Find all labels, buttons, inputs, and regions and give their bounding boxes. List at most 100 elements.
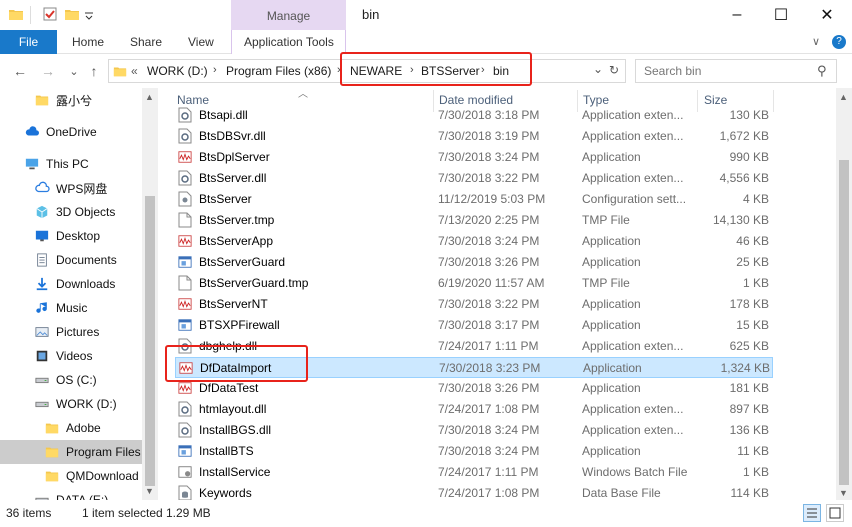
file-type: Configuration sett... (582, 192, 687, 206)
sidebar-item-label: DATA (E:) (56, 493, 109, 500)
details-view-icon[interactable] (803, 504, 821, 522)
file-name: BtsServerGuard.tmp (199, 276, 309, 290)
file-row[interactable]: InstallBTS 7/30/2018 3:24 PM Application 11… (175, 441, 773, 462)
search-icon[interactable]: ⚲ (817, 63, 827, 79)
file-size: 136 KB (729, 423, 769, 437)
scroll-down-icon[interactable]: ▼ (839, 488, 848, 498)
minimize-button[interactable]: – (714, 0, 760, 30)
folder-icon (113, 67, 127, 77)
sidebar-item-os-c[interactable]: OS (C:) (0, 368, 142, 392)
file-date: 7/30/2018 3:22 PM (438, 171, 540, 185)
sidebar-item-adobe[interactable]: Adobe (0, 416, 142, 440)
breadcrumb-work-d[interactable]: WORK (D:) (147, 64, 208, 78)
file-row[interactable]: BtsDplServer 7/30/2018 3:24 PM Application… (175, 147, 773, 168)
tab-share[interactable]: Share (130, 35, 162, 49)
file-size: 14,130 KB (712, 213, 769, 227)
file-row[interactable]: Btsapi.dll 7/30/2018 3:18 PM Application e… (175, 105, 773, 126)
breadcrumb-overflow[interactable]: « (131, 64, 138, 78)
file-row[interactable]: BtsServer 11/12/2019 5:03 PM Configuration… (175, 189, 773, 210)
videos-icon (34, 349, 56, 363)
file-size: 130 KB (729, 108, 769, 122)
sidebar-item-label: WORK (D:) (56, 397, 117, 411)
file-type: Application (582, 318, 641, 332)
file-row[interactable]: BtsServerNT 7/30/2018 3:22 PM Application 1… (175, 294, 773, 315)
scroll-up-icon[interactable]: ▲ (839, 92, 848, 102)
tab-home[interactable]: Home (72, 35, 104, 49)
sidebar-item-documents[interactable]: Documents (0, 248, 142, 272)
sidebar-item-label: WPS网盘 (56, 181, 108, 196)
sidebar-item-videos[interactable]: Videos (0, 344, 142, 368)
sidebar-item-work-d[interactable]: WORK (D:) (0, 392, 142, 416)
file-row[interactable]: BTSXPFirewall 7/30/2018 3:17 PM Applicatio… (175, 315, 773, 336)
maximize-button[interactable]: ☐ (758, 0, 804, 30)
sidebar-item-program-files[interactable]: Program Files ( (0, 440, 142, 464)
tab-view[interactable]: View (188, 35, 214, 49)
sidebar-item-3d-objects[interactable]: 3D Objects (0, 200, 142, 224)
sidebar-item-label: OneDrive (46, 125, 97, 139)
file-type: Windows Batch File (582, 465, 688, 479)
sidebar-item-pictures[interactable]: Pictures (0, 320, 142, 344)
file-scrollbar-thumb[interactable] (839, 160, 849, 485)
close-button[interactable]: ✕ (804, 0, 850, 30)
file-type: Application exten... (582, 129, 684, 143)
sidebar-item-desktop[interactable]: Desktop (0, 224, 142, 248)
sidebar-item-this-pc[interactable]: This PC (0, 152, 142, 176)
file-row[interactable]: BtsServerGuard 7/30/2018 3:26 PM Applicati… (175, 252, 773, 273)
refresh-icon[interactable]: ↻ (609, 63, 619, 77)
file-type: Application (582, 150, 641, 164)
file-type: Application exten... (582, 339, 684, 353)
file-row[interactable]: BtsServer.dll 7/30/2018 3:22 PM Applicatio… (175, 168, 773, 189)
sidebar-item-qmdownload[interactable]: QMDownload (0, 464, 142, 488)
file-row[interactable]: Keywords 7/24/2017 1:08 PM Data Base File 1… (175, 483, 773, 500)
file-row[interactable]: InstallService 7/24/2017 1:11 PM Windows B… (175, 462, 773, 483)
sidebar-item-label: Downloads (56, 277, 116, 291)
customize-toolbar-icon[interactable] (84, 6, 94, 22)
sidebar-item-data-e[interactable]: DATA (E:) (0, 488, 142, 500)
drive-icon (34, 373, 56, 387)
file-date: 7/30/2018 3:24 PM (438, 444, 540, 458)
file-row[interactable]: BtsServerApp 7/30/2018 3:24 PM Application… (175, 231, 773, 252)
tab-application-tools[interactable]: Application Tools (244, 35, 334, 49)
properties-icon[interactable] (42, 6, 58, 22)
file-row[interactable]: BtsServerGuard.tmp 6/19/2020 11:57 AM TMP … (175, 273, 773, 294)
expand-ribbon-icon[interactable]: ∨ (812, 35, 820, 48)
desktop-icon (34, 229, 56, 243)
sidebar-item-music[interactable]: Music (0, 296, 142, 320)
highlight-annotation (340, 52, 532, 86)
file-row[interactable]: InstallBGS.dll 7/30/2018 3:24 PM Applicati… (175, 420, 773, 441)
tab-file[interactable]: File (0, 30, 57, 54)
sidebar-item-label: 露小兮 (56, 93, 93, 108)
help-icon[interactable]: ? (832, 35, 846, 49)
search-input[interactable]: Search bin ⚲ (635, 59, 837, 83)
file-name: BtsDBSvr.dll (199, 129, 266, 143)
sidebar-item-label: Pictures (56, 325, 100, 339)
column-divider[interactable] (773, 90, 774, 112)
file-date: 7/30/2018 3:26 PM (438, 381, 540, 395)
file-row[interactable]: htmlayout.dll 7/24/2017 1:08 PM Applicatio… (175, 399, 773, 420)
sidebar-item-item-user[interactable]: 露小兮 (0, 88, 142, 112)
sidebar-item-wps[interactable]: WPS网盘 (0, 176, 142, 200)
file-row[interactable]: BtsServer.tmp 7/13/2020 2:25 PM TMP File 14… (175, 210, 773, 231)
sidebar-item-label: QMDownload (66, 469, 139, 483)
up-button[interactable]: ↑ (86, 63, 102, 79)
back-button[interactable]: ← (12, 63, 28, 79)
sidebar-item-downloads[interactable]: Downloads (0, 272, 142, 296)
forward-button[interactable]: → (40, 63, 56, 79)
file-date: 7/24/2017 1:08 PM (438, 402, 540, 416)
address-dropdown-icon[interactable]: ⌄ (593, 62, 603, 76)
new-folder-icon[interactable] (64, 6, 80, 22)
sort-ascending-icon: ︿ (298, 89, 308, 100)
large-icons-view-icon[interactable] (826, 504, 844, 522)
scroll-down-icon[interactable]: ▼ (145, 486, 154, 496)
file-size: 178 KB (729, 297, 769, 311)
recent-locations-button[interactable]: ⌄ (66, 63, 82, 79)
file-row[interactable]: BtsDBSvr.dll 7/30/2018 3:19 PM Application… (175, 126, 773, 147)
sidebar-item-onedrive[interactable]: OneDrive (0, 120, 142, 144)
breadcrumb-program-files[interactable]: Program Files (x86) (226, 64, 331, 78)
pc-icon (24, 157, 46, 171)
breadcrumb-separator[interactable]: › (213, 64, 217, 76)
nav-scrollbar-thumb[interactable] (145, 196, 155, 486)
scroll-up-icon[interactable]: ▲ (145, 92, 154, 102)
documents-icon (34, 253, 56, 267)
sidebar-item-label: Program Files ( (66, 445, 142, 459)
